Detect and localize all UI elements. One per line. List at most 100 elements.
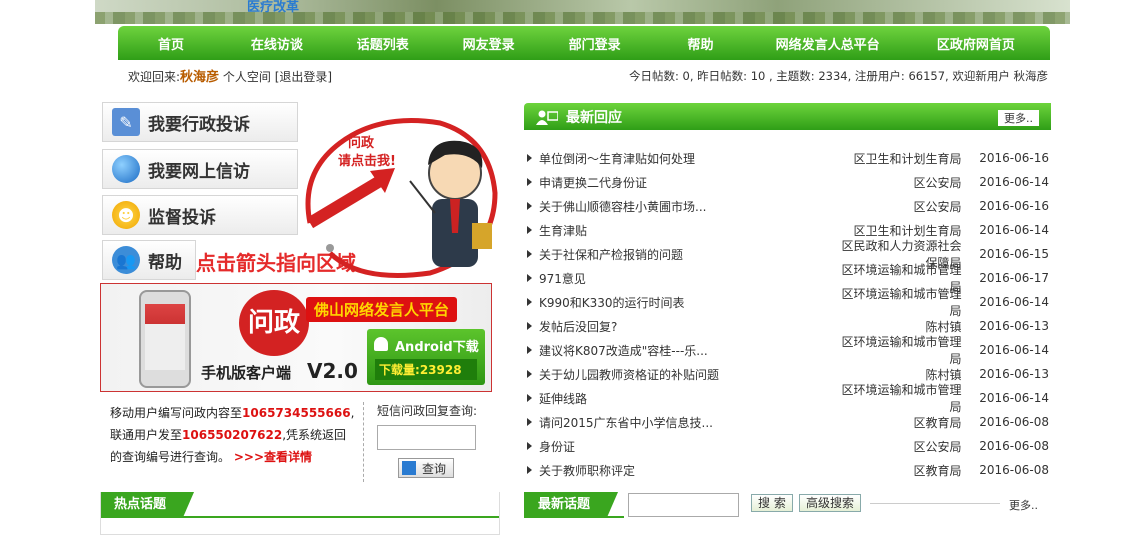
latest-replies-more-link[interactable]: 更多..: [998, 110, 1039, 126]
new-topics-header: 最新话题: [524, 492, 624, 518]
reply-list-item: 关于幼儿园教师资格证的补贴问题 陈村镇 2016-06-13: [527, 362, 1049, 386]
reply-title-link[interactable]: 关于教师职称评定: [539, 462, 834, 479]
nav-topic-list[interactable]: 话题列表: [330, 34, 436, 53]
nav-spokesperson-platform[interactable]: 网络发言人总平台: [753, 34, 901, 53]
bullet-icon: [527, 418, 532, 426]
bullet-icon: [527, 466, 532, 474]
reply-list-item: 申请更换二代身份证 区公安局 2016-06-14: [527, 170, 1049, 194]
reply-title-link[interactable]: 申请更换二代身份证: [539, 174, 834, 191]
app-client-label: 手机版客户端: [201, 364, 292, 382]
nav-online-interview[interactable]: 在线访谈: [224, 34, 330, 53]
username[interactable]: 秋海彦: [180, 70, 219, 85]
reply-list-item: 身份证 区公安局 2016-06-08: [527, 434, 1049, 458]
nav-user-login[interactable]: 网友登录: [436, 34, 542, 53]
hot-topics-box: [100, 492, 500, 535]
users-icon: 👥: [112, 246, 140, 274]
reply-title-link[interactable]: 发帖后没回复?: [539, 318, 834, 335]
reply-title-link[interactable]: 单位倒闭～生育津贴如何处理: [539, 150, 834, 167]
reply-list-item: 关于教师职称评定 区教育局 2016-06-08: [527, 458, 1049, 482]
admin-complaint-button[interactable]: ✎ 我要行政投诉: [102, 102, 298, 142]
reply-date: 2016-06-16: [979, 199, 1049, 213]
mobile-sms-number: 1065734555666: [242, 406, 351, 420]
reply-date: 2016-06-14: [979, 343, 1049, 357]
reply-title-link[interactable]: 身份证: [539, 438, 834, 455]
bullet-icon: [527, 178, 532, 186]
reply-title-link[interactable]: 生育津贴: [539, 222, 834, 239]
reply-date: 2016-06-08: [979, 439, 1049, 453]
reply-title-link[interactable]: 延伸线路: [539, 390, 834, 407]
online-petition-button[interactable]: 我要网上信访: [102, 149, 298, 189]
bullet-icon: [527, 394, 532, 402]
arrow-shaft: [306, 172, 389, 229]
wenzheng-cartoon-link[interactable]: 问政 请点击我!: [300, 103, 500, 283]
reply-title-link[interactable]: 建议将K807改造成"容桂---乐...: [539, 342, 834, 359]
bullet-icon: [527, 442, 532, 450]
sms-query-input[interactable]: [377, 425, 476, 450]
reply-list-item: 延伸线路 区环境运输和城市管理局 2016-06-14: [527, 383, 1049, 414]
reply-department: 陈村镇: [925, 367, 962, 382]
supervise-complaint-button[interactable]: ☻ 监督投诉: [102, 195, 298, 235]
cartoon-folder: [472, 223, 492, 249]
reply-list-item: K990和K330的运行时间表 区环境运输和城市管理局 2016-06-14: [527, 287, 1049, 318]
help-label: 帮助: [148, 252, 182, 273]
reply-title-link[interactable]: 关于社保和产检报销的问题: [539, 246, 834, 263]
sms-instructions: 移动用户编写问政内容至1065734555666,联通用户发至106550207…: [110, 406, 355, 464]
reply-date: 2016-06-13: [979, 319, 1049, 333]
reply-list-item: 请问2015广东省中小学信息技... 区教育局 2016-06-08: [527, 410, 1049, 434]
nav-home[interactable]: 首页: [118, 34, 224, 53]
reply-title-link[interactable]: 请问2015广东省中小学信息技...: [539, 414, 834, 431]
reply-list-item: 971意见 区环境运输和城市管理局 2016-06-17: [527, 263, 1049, 294]
bullet-icon: [527, 370, 532, 378]
personal-space-link[interactable]: 个人空间: [223, 70, 271, 84]
welcome-text: 欢迎回来:: [128, 70, 181, 84]
reply-department: 陈村镇: [925, 319, 962, 334]
topic-search-input[interactable]: [628, 493, 739, 517]
reply-list-item: 建议将K807改造成"容桂---乐... 区环境运输和城市管理局 2016-06-1…: [527, 335, 1049, 366]
latest-replies-list: 单位倒闭～生育津贴如何处理 区卫生和计划生育局 2016-06-16 申请更换二代身份…: [527, 146, 1049, 482]
sms-query-button[interactable]: 查询: [398, 458, 454, 478]
reply-title-link[interactable]: 关于佛山顺德容桂小黄圃市场...: [539, 198, 834, 215]
view-details-link[interactable]: >>>查看详情: [234, 450, 312, 464]
new-topics-more-link[interactable]: 更多..: [1009, 497, 1038, 513]
reply-department: 区公安局: [913, 199, 962, 214]
reply-list-item: 关于佛山顺德容桂小黄圃市场... 区公安局 2016-06-16: [527, 194, 1049, 218]
help-button[interactable]: 👥 帮助: [102, 240, 196, 280]
android-download-button[interactable]: Android下载 下载量:23928: [367, 329, 485, 385]
forum-stats: 今日帖数: 0, 昨日帖数: 10 , 主题数: 2334, 注册用户: 661…: [629, 69, 1048, 83]
download-count: 下载量:23928: [375, 359, 477, 380]
latest-replies-title: 最新回应: [566, 110, 622, 126]
divider: [363, 402, 364, 482]
pencil-icon: ✎: [112, 108, 140, 136]
reply-title-link[interactable]: 971意见: [539, 270, 834, 287]
advanced-search-button[interactable]: 高级搜索: [799, 494, 862, 512]
nav-gov-home[interactable]: 区政府网首页: [902, 34, 1050, 53]
reply-title-link[interactable]: 关于幼儿园教师资格证的补贴问题: [539, 366, 834, 383]
logout-link[interactable]: [退出登录]: [275, 70, 332, 84]
bullet-icon: [527, 322, 532, 330]
cartoon-text-1: 问政: [348, 135, 375, 151]
banner-scenery: [95, 12, 1070, 24]
reply-department: 区教育局: [913, 463, 962, 478]
mobile-app-banner[interactable]: 问政 佛山网络发言人平台 手机版客户端 V2.0 Android下载 下载量:2…: [100, 283, 492, 392]
globe-icon: [112, 155, 140, 183]
reply-date: 2016-06-08: [979, 463, 1049, 477]
person-icon: ☻: [112, 201, 140, 229]
nav-dept-login[interactable]: 部门登录: [542, 34, 648, 53]
bullet-icon: [527, 226, 532, 234]
query-icon: [402, 461, 416, 475]
cloud-dot: [326, 244, 334, 252]
reply-list-item: 发帖后没回复? 陈村镇 2016-06-13: [527, 314, 1049, 338]
android-icon: [374, 337, 388, 351]
reply-title-link[interactable]: K990和K330的运行时间表: [539, 294, 834, 311]
bullet-icon: [527, 346, 532, 354]
topic-search-button[interactable]: 搜 索: [751, 494, 793, 512]
bullet-icon: [527, 298, 532, 306]
bullet-icon: [527, 154, 532, 162]
banner-title: 医疗改革: [247, 0, 300, 15]
bullet-icon: [527, 202, 532, 210]
reply-department: 区公安局: [913, 175, 962, 190]
nav-help[interactable]: 帮助: [648, 34, 754, 53]
supervise-complaint-label: 监督投诉: [148, 207, 216, 228]
bullet-icon: [527, 250, 532, 258]
latest-replies-header: 最新回应 更多..: [524, 103, 1051, 130]
